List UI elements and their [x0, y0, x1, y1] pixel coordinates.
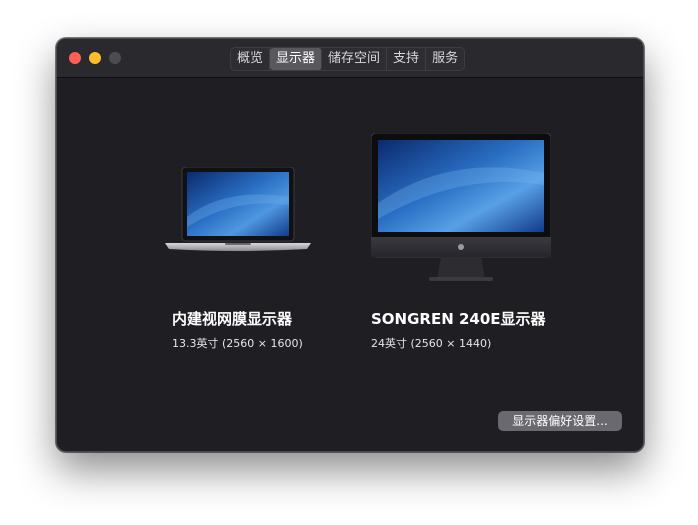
- tab-overview[interactable]: 概览: [231, 48, 271, 70]
- imac-icon: [370, 132, 552, 281]
- display-name: 内建视网膜显示器: [172, 310, 293, 328]
- display-spec: 13.3英寸 (2560 × 1600): [172, 337, 303, 350]
- minimize-button[interactable]: [89, 52, 101, 64]
- about-this-mac-window: 概览 显示器 储存空间 支持 服务 内建视网膜显示器 13.3英寸 (2560 …: [56, 38, 644, 452]
- tab-displays[interactable]: 显示器: [270, 48, 323, 70]
- tab-service[interactable]: 服务: [426, 48, 464, 70]
- display-external: SONGREN 240E显示器 24英寸 (2560 × 1440): [370, 132, 552, 350]
- display-builtin: 内建视网膜显示器 13.3英寸 (2560 × 1600): [165, 166, 311, 350]
- tab-bar: 概览 显示器 储存空间 支持 服务: [230, 47, 466, 71]
- title-bar: 概览 显示器 储存空间 支持 服务: [57, 39, 643, 78]
- display-name: SONGREN 240E显示器: [371, 310, 546, 328]
- laptop-icon: [165, 166, 311, 251]
- zoom-button[interactable]: [109, 52, 121, 64]
- close-button[interactable]: [69, 52, 81, 64]
- display-spec: 24英寸 (2560 × 1440): [371, 337, 492, 350]
- tab-support[interactable]: 支持: [387, 48, 427, 70]
- tab-storage[interactable]: 储存空间: [322, 48, 388, 70]
- display-preferences-button[interactable]: 显示器偏好设置...: [498, 411, 622, 431]
